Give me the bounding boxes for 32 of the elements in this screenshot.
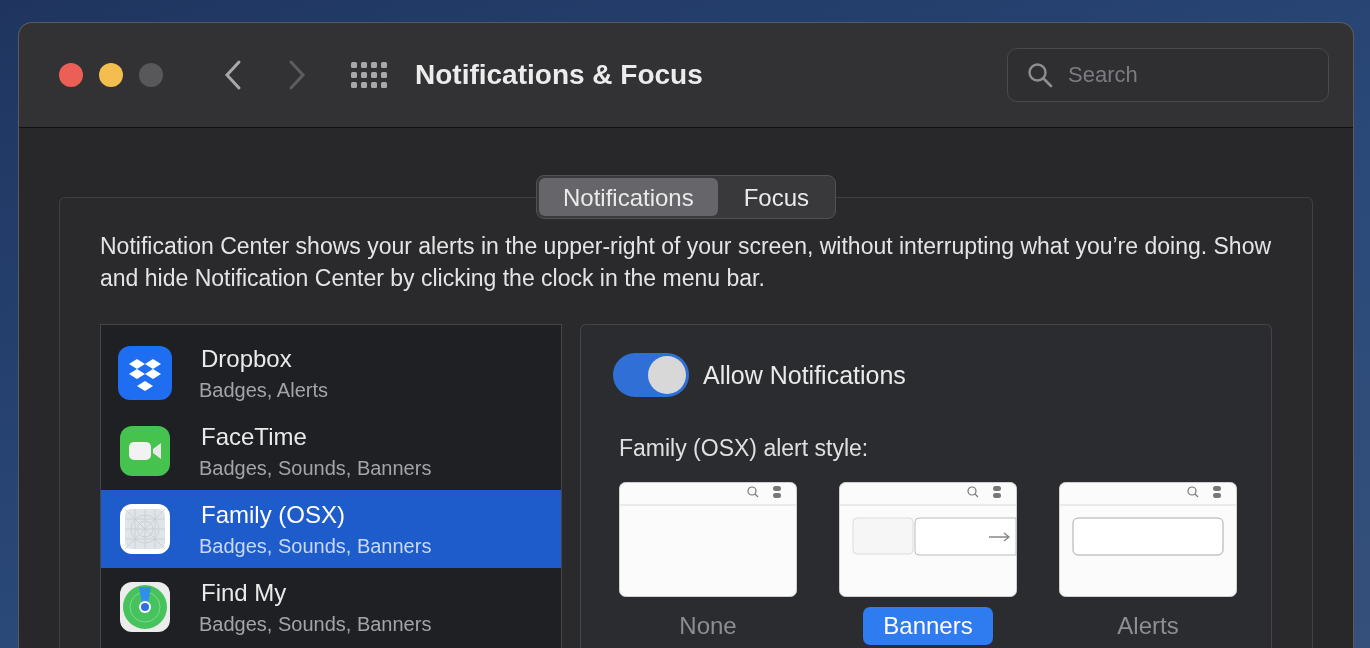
back-icon[interactable] bbox=[223, 59, 243, 91]
app-name: Find My bbox=[201, 578, 288, 607]
app-name: Dropbox bbox=[201, 344, 293, 373]
box-stack-icon bbox=[117, 345, 173, 401]
tab[interactable]: Notifications bbox=[538, 178, 718, 216]
app-list-item[interactable]: FaceTime Badges, Sounds, Banners bbox=[101, 412, 561, 490]
description-text: Notification Center shows your alerts in the upper-right of your screen, without interrupting what you’re doing. Show and hide Notification Center by clicking the clock in the menu bar. bbox=[100, 232, 1272, 293]
forward-icon[interactable] bbox=[287, 59, 307, 91]
radar-target-icon bbox=[117, 579, 173, 635]
app-name: FaceTime bbox=[201, 422, 308, 451]
search-field[interactable]: Search bbox=[1007, 48, 1329, 102]
app-detail: Badges, Sounds, Banners bbox=[199, 534, 432, 558]
app-list-item[interactable]: Family (OSX) Badges, Sounds, Banners bbox=[101, 490, 561, 568]
tab[interactable]: Focus bbox=[719, 178, 834, 216]
alert-style-option[interactable]: Banners bbox=[863, 607, 993, 645]
grid-icon[interactable] bbox=[351, 62, 387, 88]
minimize-button[interactable] bbox=[99, 63, 123, 87]
window-title: Notifications & Focus bbox=[415, 59, 703, 91]
app-detail: Badges, Alerts bbox=[199, 378, 328, 402]
app-name: Family (OSX) bbox=[201, 500, 346, 529]
app-detail: Badges, Sounds, Banners bbox=[199, 456, 432, 480]
alert-style-option[interactable]: None bbox=[659, 607, 757, 645]
alert-style-option[interactable]: Alerts bbox=[1097, 607, 1199, 645]
close-button[interactable] bbox=[59, 63, 83, 87]
app-detail: Badges, Sounds, Banners bbox=[199, 612, 432, 636]
app-list-item[interactable]: Dropbox Badges, Alerts bbox=[101, 334, 561, 412]
app-list-item[interactable]: Find My Badges, Sounds, Banners bbox=[101, 568, 561, 646]
video-camera-icon bbox=[117, 423, 173, 479]
grid-app-icon bbox=[117, 501, 173, 557]
toggle-switch[interactable] bbox=[613, 353, 689, 397]
section-label: Family (OSX) alert style: bbox=[619, 435, 870, 462]
toggle-label: Allow Notifications bbox=[703, 360, 906, 390]
